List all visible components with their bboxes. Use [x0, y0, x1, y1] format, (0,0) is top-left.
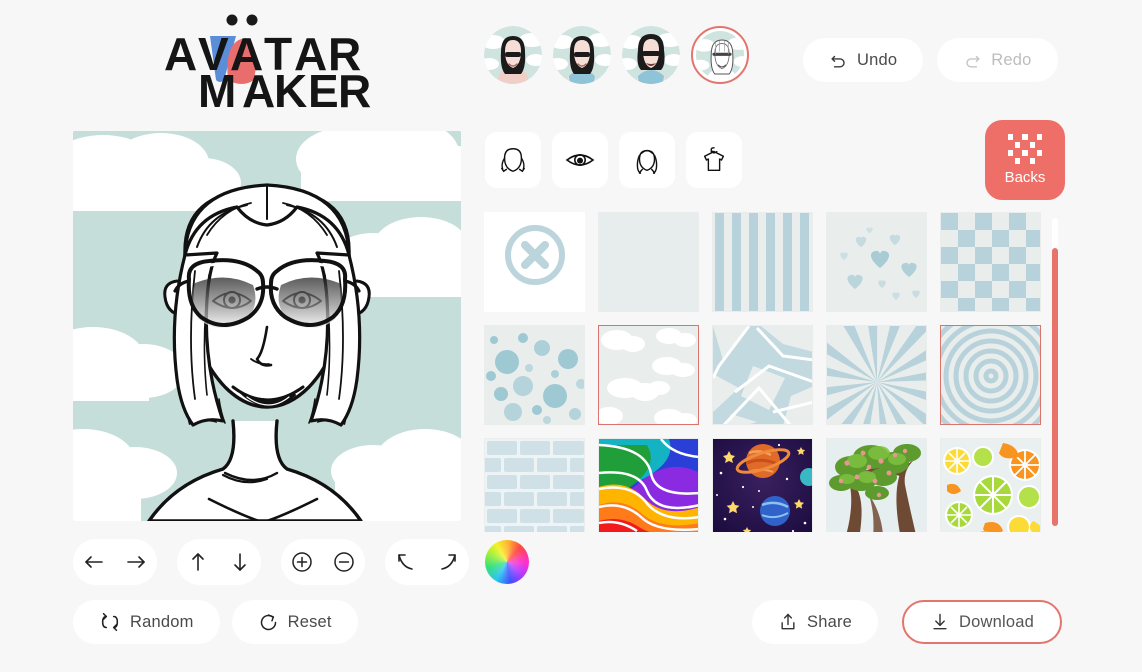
zoom-in-button[interactable] — [281, 539, 323, 585]
move-right-button[interactable] — [115, 539, 157, 585]
download-label: Download — [959, 612, 1034, 631]
redo-icon — [963, 51, 982, 70]
swatch-none[interactable] — [484, 212, 585, 312]
move-up-button[interactable] — [177, 539, 219, 585]
svg-text:E: E — [308, 65, 340, 110]
random-label: Random — [130, 612, 194, 631]
avatar-thumb-3[interactable] — [622, 26, 680, 84]
checkerboard-icon — [1008, 134, 1042, 164]
move-vertical-group — [177, 539, 261, 585]
zoom-out-button[interactable] — [323, 539, 365, 585]
undo-redo-group: Undo Redo — [803, 38, 1058, 82]
arrow-left-icon — [82, 550, 106, 574]
swatch-space[interactable] — [712, 438, 813, 532]
swatch-clouds[interactable] — [598, 325, 699, 425]
avatar-thumb-4[interactable] — [691, 26, 749, 84]
avatar-thumbnail-strip — [484, 26, 749, 84]
svg-text:M: M — [198, 65, 237, 110]
backs-button[interactable]: Backs — [985, 120, 1065, 200]
tab-eyes[interactable] — [552, 132, 608, 188]
avatar-thumb-2-image — [553, 26, 611, 84]
avatar-thumb-3-image — [622, 26, 680, 84]
arrow-up-right-icon — [436, 550, 460, 574]
rotate-right-button[interactable] — [427, 539, 469, 585]
shuffle-icon — [99, 611, 121, 633]
svg-text:A: A — [242, 65, 276, 110]
swatch-rainbow[interactable] — [598, 438, 699, 532]
swatch-tree[interactable] — [826, 438, 927, 532]
face-shape-icon — [498, 145, 528, 175]
plus-circle-icon — [290, 550, 314, 574]
arrow-up-icon — [186, 550, 210, 574]
reset-button[interactable]: Reset — [231, 600, 358, 644]
refresh-icon — [258, 612, 279, 633]
swatch-rays[interactable] — [826, 325, 927, 425]
avatar-thumb-1[interactable] — [484, 26, 542, 84]
swatch-checks[interactable] — [940, 212, 1041, 312]
category-tabs — [485, 132, 742, 188]
avatar-thumb-1-image — [484, 26, 542, 84]
redo-label: Redo — [991, 50, 1032, 69]
download-icon — [930, 612, 950, 632]
reset-label: Reset — [287, 612, 332, 631]
arrow-right-icon — [124, 550, 148, 574]
swatch-shards[interactable] — [712, 325, 813, 425]
avatar-thumb-2[interactable] — [553, 26, 611, 84]
app-logo: A V A T A R M A K E R — [150, 8, 385, 110]
svg-text:R: R — [338, 65, 372, 110]
undo-button[interactable]: Undo — [803, 38, 924, 82]
share-label: Share — [806, 612, 853, 631]
avatar-preview[interactable] — [73, 131, 461, 521]
undo-label: Undo — [857, 50, 898, 69]
download-button[interactable]: Download — [902, 600, 1062, 644]
swatch-rings[interactable] — [940, 325, 1041, 425]
minus-circle-icon — [332, 550, 356, 574]
header: A V A T A R M A K E R Undo Redo — [0, 0, 1142, 120]
redo-button[interactable]: Redo — [937, 38, 1058, 82]
undo-icon — [829, 51, 848, 70]
tab-clothes[interactable] — [686, 132, 742, 188]
eye-icon — [564, 144, 596, 176]
swatch-dots[interactable] — [484, 325, 585, 425]
hair-icon — [632, 145, 662, 175]
swatch-plain[interactable] — [598, 212, 699, 312]
tab-face[interactable] — [485, 132, 541, 188]
preview-actions: Random Reset — [73, 600, 358, 644]
backgrounds-grid-viewport — [484, 212, 1060, 532]
swatch-citrus[interactable] — [940, 438, 1041, 532]
share-button[interactable]: Share — [751, 600, 879, 644]
avatar-thumb-4-image — [696, 31, 744, 79]
move-down-button[interactable] — [219, 539, 261, 585]
move-left-button[interactable] — [73, 539, 115, 585]
scrollbar-thumb[interactable] — [1052, 248, 1058, 526]
backgrounds-scrollbar[interactable] — [1052, 218, 1058, 526]
backs-label: Backs — [1004, 169, 1046, 186]
tab-hair[interactable] — [619, 132, 675, 188]
arrow-up-left-icon — [394, 550, 418, 574]
svg-text:A: A — [164, 28, 198, 80]
zoom-group — [281, 539, 365, 585]
swatch-bricks[interactable] — [484, 438, 585, 532]
rotate-left-button[interactable] — [385, 539, 427, 585]
transform-controls — [73, 539, 469, 585]
move-horizontal-group — [73, 539, 157, 585]
share-icon — [778, 612, 798, 632]
export-actions: Share Download — [751, 600, 1062, 644]
t-shirt-icon — [699, 145, 729, 175]
arrow-down-icon — [228, 550, 252, 574]
random-button[interactable]: Random — [73, 600, 220, 644]
svg-text:K: K — [274, 65, 308, 110]
rotate-group — [385, 539, 469, 585]
avatar-maker-app: A V A T A R M A K E R Undo Redo Random R… — [0, 0, 1142, 672]
color-wheel[interactable] — [485, 540, 529, 584]
swatch-stripes[interactable] — [712, 212, 813, 312]
swatch-hearts[interactable] — [826, 212, 927, 312]
backgrounds-grid — [484, 212, 1060, 532]
